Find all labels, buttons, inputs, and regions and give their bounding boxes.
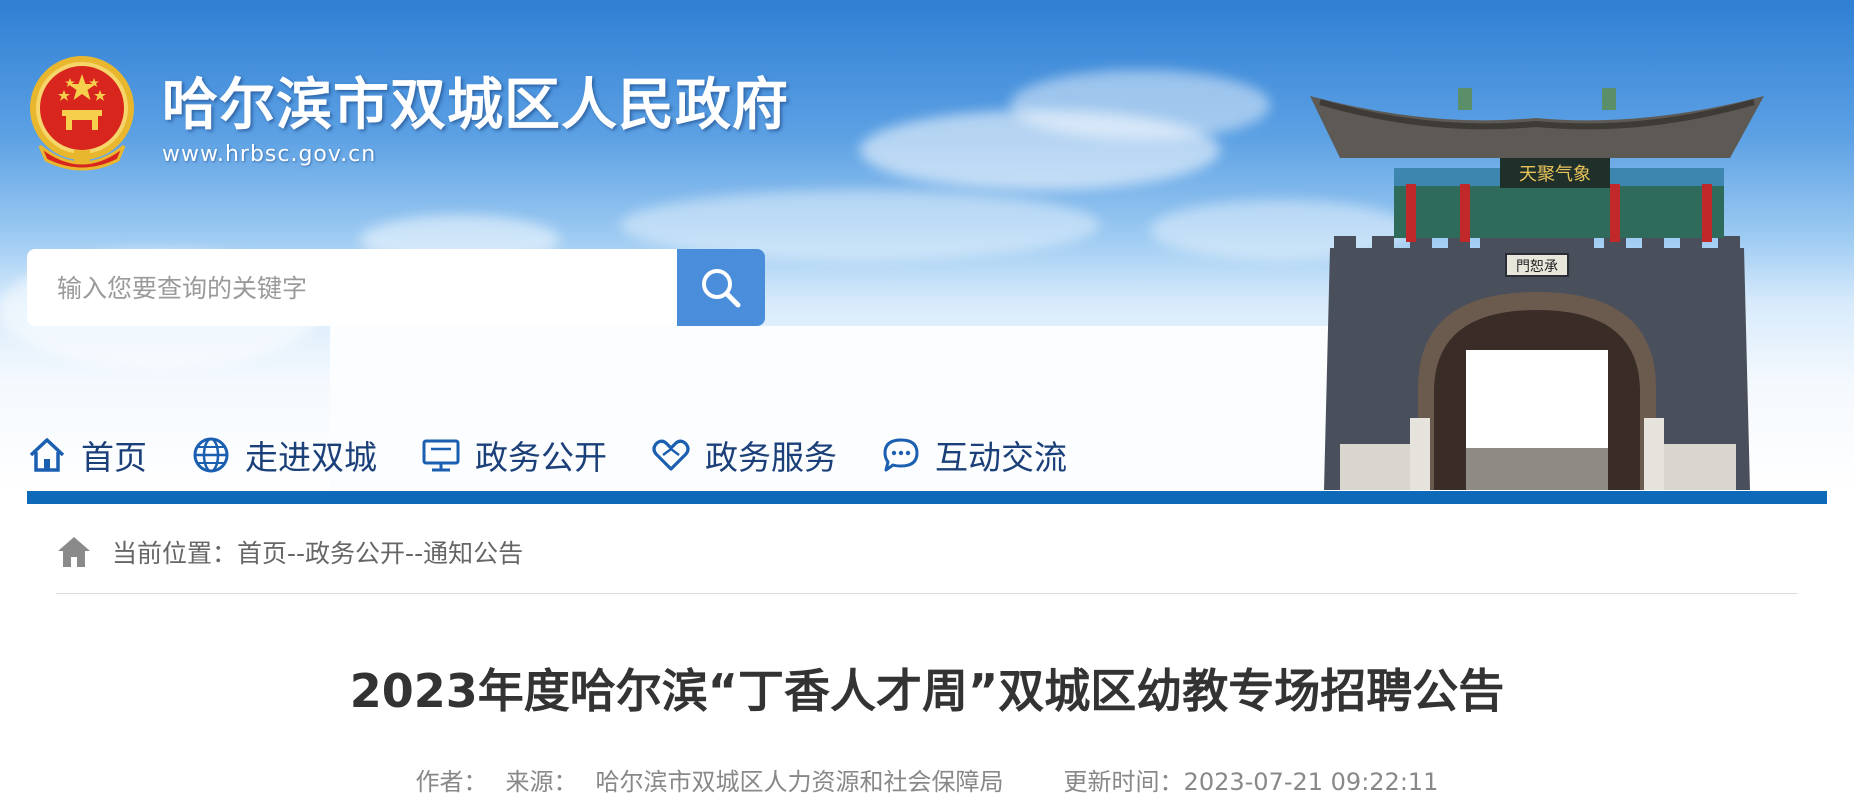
breadcrumb-text[interactable]: 当前位置：首页--政务公开--通知公告	[112, 534, 523, 570]
nav-item-gov-services[interactable]: 政务服务	[651, 431, 837, 479]
updated-label: 更新时间：	[1063, 768, 1184, 796]
search-box	[27, 249, 677, 328]
home-solid-icon[interactable]	[56, 535, 92, 569]
nav-item-gov-affairs[interactable]: 政务公开	[421, 431, 607, 479]
nav-label: 互动交流	[935, 438, 1067, 477]
nav-item-about[interactable]: 走进双城	[191, 431, 377, 479]
article-meta: 作者： 来源： 哈尔滨市双城区人力资源和社会保障局 更新时间：2023-07-21 0…	[0, 762, 1854, 797]
national-emblem-icon[interactable]	[26, 50, 138, 176]
site-title[interactable]: 哈尔滨市双城区人民政府	[162, 60, 789, 141]
author-label: 作者：	[415, 768, 488, 796]
breadcrumb: 当前位置：首页--政务公开--通知公告	[56, 532, 523, 572]
search-button[interactable]	[677, 249, 765, 326]
cloud-decoration	[1010, 70, 1270, 140]
site-url[interactable]: www.hrbsc.gov.cn	[162, 142, 376, 167]
nav-item-interaction[interactable]: 互动交流	[881, 431, 1067, 479]
article-title: 2023年度哈尔滨“丁香人才周”双城区幼教专场招聘公告	[349, 664, 1505, 718]
monitor-icon	[421, 435, 461, 475]
svg-text:天聚气象: 天聚气象	[1519, 164, 1591, 185]
nav-label: 首页	[81, 438, 147, 477]
gate-tower-image: 門恕承 天聚气象	[1310, 88, 1764, 490]
search-input[interactable]	[55, 249, 659, 328]
search-icon	[702, 268, 741, 307]
source-value: 哈尔滨市双城区人力资源和社会保障局	[595, 768, 1004, 796]
heart-hands-icon	[651, 435, 691, 475]
main-nav: 首页 走进双城 政务公开 政务服务 互动交流	[27, 420, 1111, 490]
nav-underline-bar	[27, 491, 1827, 504]
chat-bubble-icon	[881, 435, 921, 475]
header-banner: 哈尔滨市双城区人民政府 www.hrbsc.gov.cn 門恕承	[0, 0, 1854, 490]
nav-label: 走进双城	[245, 438, 377, 477]
nav-label: 政务服务	[705, 438, 837, 477]
breadcrumb-divider	[56, 593, 1798, 594]
updated-value: 2023-07-21 09:22:11	[1183, 768, 1439, 796]
globe-icon	[191, 435, 231, 475]
nav-item-home[interactable]: 首页	[27, 431, 147, 479]
svg-text:門恕承: 門恕承	[1516, 259, 1558, 275]
source-label: 来源：	[505, 768, 578, 796]
nav-label: 政务公开	[475, 438, 607, 477]
home-icon	[27, 435, 67, 475]
